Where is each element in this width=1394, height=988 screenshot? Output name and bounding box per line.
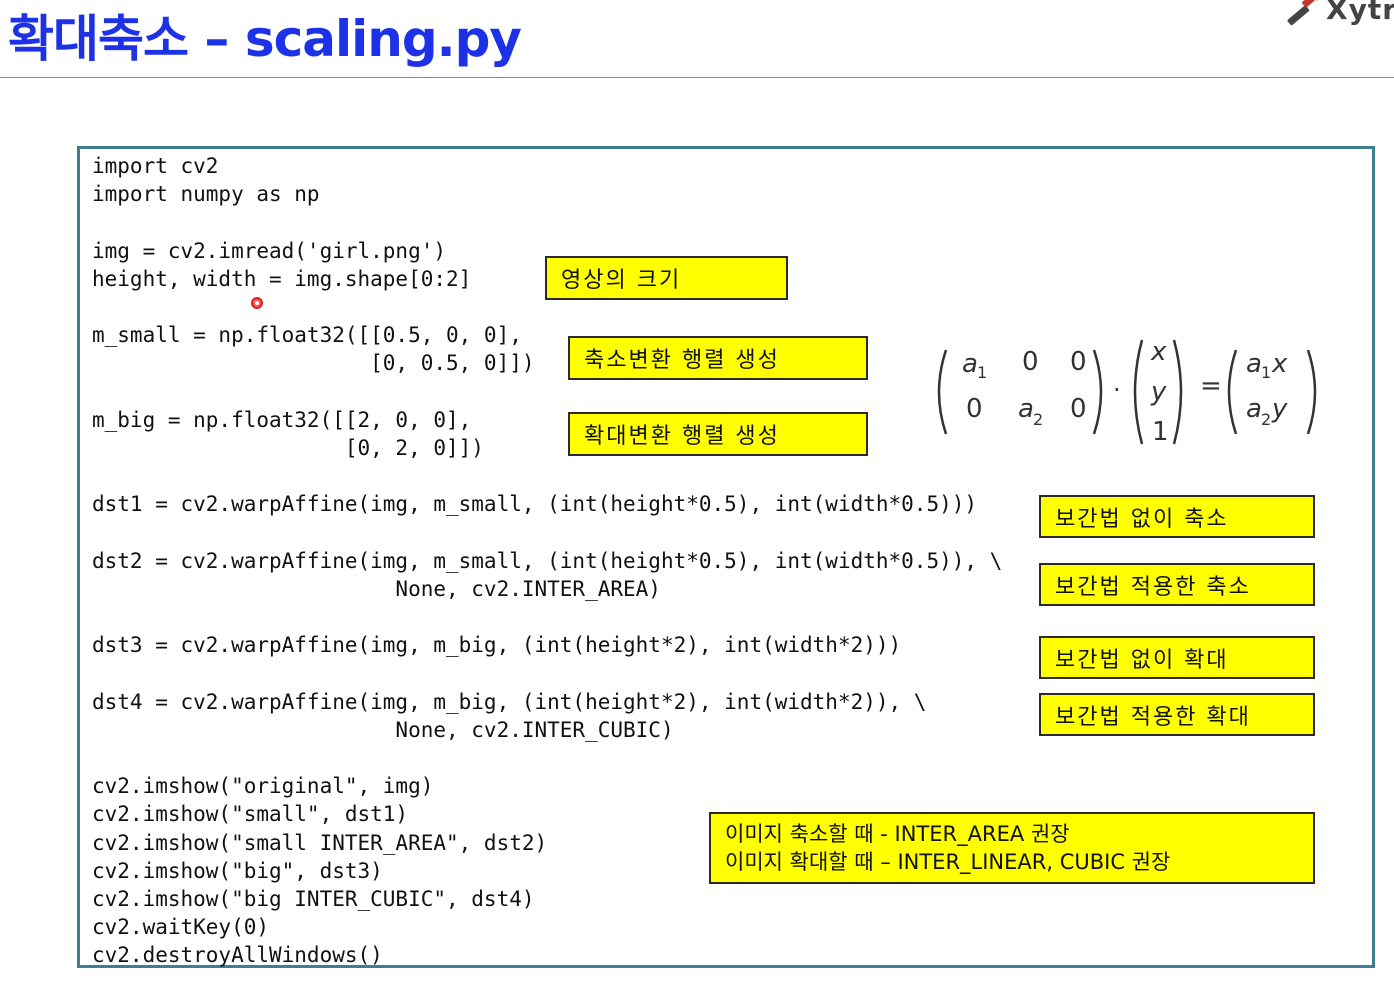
code-line: dst4 = cv2.warpAffine(img, m_big, (int(h… [92, 689, 927, 714]
code-line: cv2.waitKey(0) [92, 915, 270, 940]
code-line: import numpy as np [92, 182, 320, 207]
vector-x: x [1150, 337, 1167, 367]
code-line: cv2.imshow("big INTER_CUBIC", dst4) [92, 886, 535, 911]
code-line: import cv2 [92, 154, 219, 178]
matrix-zero: 0 [1022, 347, 1039, 377]
wand-icon [1287, 0, 1318, 26]
code-line: None, cv2.INTER_AREA) [92, 576, 661, 601]
title-divider [0, 77, 1394, 78]
code-line: dst3 = cv2.warpAffine(img, m_big, (int(h… [92, 633, 902, 658]
matrix-dot: · [1113, 376, 1121, 404]
matrix-a1: a [962, 349, 978, 379]
logo: Xytr [1284, 0, 1394, 26]
result-x: x [1271, 349, 1288, 379]
result-a1: a [1246, 349, 1262, 379]
logo-text: Xytr [1326, 0, 1394, 26]
matrix-zero: 0 [966, 394, 983, 424]
note-shrink-matrix: 축소변환 행렬 생성 [568, 336, 868, 380]
equals-sign: = [1200, 371, 1222, 401]
matrix-a2: a [1018, 394, 1034, 424]
result-a1-sub: 1 [1261, 363, 1271, 382]
mouse-cursor-indicator [251, 297, 263, 309]
code-line: cv2.destroyAllWindows() [92, 943, 383, 968]
result-a2-sub: 2 [1261, 410, 1271, 429]
matrix-zero: 0 [1070, 347, 1087, 377]
note-image-size: 영상의 크기 [545, 256, 788, 300]
note-enlarge-interp: 보간법 적용한 확대 [1039, 693, 1315, 736]
code-line: dst1 = cv2.warpAffine(img, m_small, (int… [92, 492, 978, 517]
note-enlarge-matrix: 확대변환 행렬 생성 [568, 412, 868, 456]
result-a2: a [1246, 394, 1262, 424]
matrix-a2-sub: 2 [1033, 410, 1043, 429]
code-line: cv2.imshow("original", img) [92, 774, 434, 799]
note-line: 이미지 축소할 때 - INTER_AREA 권장 [725, 822, 1070, 846]
code-line: dst2 = cv2.warpAffine(img, m_small, (int… [92, 548, 1003, 573]
note-shrink-no-interp: 보간법 없이 축소 [1039, 495, 1315, 538]
matrix-a1-sub: 1 [977, 363, 987, 382]
result-y: y [1271, 394, 1288, 424]
note-shrink-interp: 보간법 적용한 축소 [1039, 563, 1315, 606]
vector-one: 1 [1152, 417, 1169, 447]
matrix-zero: 0 [1070, 394, 1087, 424]
note-interpolation-recommendation: 이미지 축소할 때 - INTER_AREA 권장 이미지 확대할 때 – IN… [709, 812, 1315, 884]
page-title: 확대축소 – scaling.py [8, 10, 522, 68]
code-line: None, cv2.INTER_CUBIC) [92, 717, 674, 742]
vector-y: y [1150, 377, 1167, 407]
note-enlarge-no-interp: 보간법 없이 확대 [1039, 636, 1315, 679]
note-line: 이미지 확대할 때 – INTER_LINEAR, CUBIC 권장 [725, 850, 1171, 874]
scaling-matrix-formula: a 1 0 0 0 a 2 0 · x y 1 = a 1 x a 2 y [937, 337, 1317, 447]
